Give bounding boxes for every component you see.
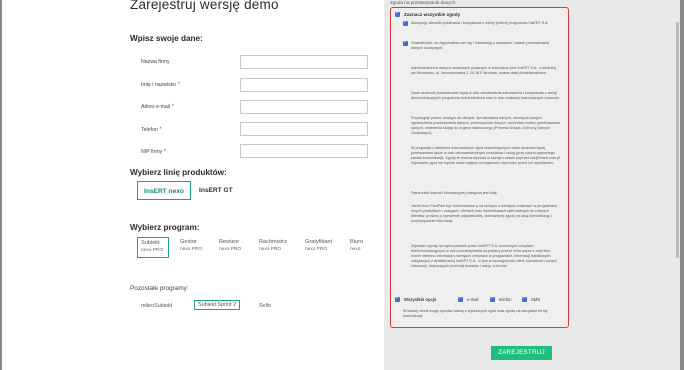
license-consent-text: Akceptuję Warunki pobierania i korzystan… <box>411 21 549 25</box>
company-name-input[interactable] <box>240 55 368 69</box>
section-heading-line: Wybierz linię produktów: <box>130 168 227 177</box>
other-program-sello[interactable]: Sello <box>259 303 271 309</box>
field-label-name: Imię i nazwisko * <box>141 82 180 88</box>
clause-link-paragraph[interactable]: Pełna treść klauzuli informacyjnej dostę… <box>411 191 561 196</box>
program-rachmistrz[interactable]: Rachmistrz nexo PRO <box>259 239 293 253</box>
field-label-nip: NIP firmy * <box>141 149 167 155</box>
sms-channel-label: SMS <box>531 297 541 302</box>
program-gestor[interactable]: Gestor nexo PRO <box>180 239 214 253</box>
nip-input[interactable] <box>240 144 368 158</box>
withdraw-note: W każdej chwili mogę wycofać każdą z wyr… <box>403 309 548 319</box>
phone-input[interactable] <box>240 122 368 136</box>
program-gratyfikant[interactable]: Gratyfikant nexo PRO <box>305 239 339 253</box>
section-heading-data: Wpisz swoje dane: <box>130 34 203 43</box>
marketing-paragraph: W przypadku udzielenia dobrowolnych zgód… <box>411 146 561 166</box>
phone-channel-checkbox[interactable] <box>490 295 495 302</box>
registration-form: Zarejestruj wersję demo Wpisz swoje dane… <box>2 0 384 370</box>
program-subiekt[interactable]: Subiekt nexo PRO <box>137 237 169 258</box>
other-program-subiekt-sprint[interactable]: Subiekt Sprint 2 <box>194 300 241 310</box>
register-button[interactable]: ZAREJESTRUJ <box>491 346 552 360</box>
scrollbar-thumb[interactable] <box>676 22 679 258</box>
page: Zarejestruj wersję demo Wpisz swoje dane… <box>2 0 680 370</box>
email-input[interactable] <box>240 100 368 114</box>
program-rewizor[interactable]: Rewizor nexo PRO <box>219 239 253 253</box>
section-heading-program: Wybierz program: <box>130 223 200 232</box>
purpose-paragraph: Dane osobowe przetwarzane będą w celu um… <box>411 91 561 101</box>
field-label-email: Adres e-mail * <box>141 104 174 110</box>
product-line-gt[interactable]: InsERT GT <box>199 181 233 200</box>
consent-panel: Zaznacz wszystkie zgody Akceptuję Warunk… <box>390 7 569 328</box>
sms-channel-checkbox[interactable] <box>522 295 527 302</box>
license-checkbox[interactable] <box>403 19 408 26</box>
all-channels-label: Wszystkie opcje <box>404 297 437 302</box>
field-label-phone: Telefon * <box>141 127 162 133</box>
full-name-input[interactable] <box>240 78 368 92</box>
rights-paragraph: Przysługuje prawo: dostępu do danych, sp… <box>411 116 560 136</box>
accept-all-label: Zaznacz wszystkie zgody <box>404 12 461 17</box>
field-label-company: Nazwa firmy <box>141 59 170 65</box>
email-channel-checkbox[interactable] <box>458 295 463 302</box>
statement-checkbox[interactable] <box>403 39 408 46</box>
all-channels-checkbox[interactable] <box>395 295 400 302</box>
program-biuro[interactable]: Biuro nexo <box>350 239 384 253</box>
email-channel-label: e-mail <box>467 297 479 302</box>
other-programs-label: Pozostałe programy: <box>130 285 189 292</box>
other-program-mikrosubiekt[interactable]: mikroSubiekt <box>141 303 172 309</box>
phone-channel-label: telefon <box>499 297 512 302</box>
statement-consent-text: Oświadczam, że zapoznałem/-am się i info… <box>411 41 550 51</box>
product-line-nexo[interactable]: InsERT nexo <box>137 181 191 200</box>
consent-column: Zgoda na przetwarzanie danych Zaznacz ws… <box>384 0 680 370</box>
telecom-consent-paragraph: Wyrażam zgodę na wykorzystanie przez Ins… <box>411 244 557 269</box>
page-title: Zarejestruj wersję demo <box>130 0 279 12</box>
admin-info-paragraph: Administratorem danych osobowych podanyc… <box>411 66 556 76</box>
communication-paragraph: Jeżeli chce Pan/Pani być informowana/-y … <box>411 204 558 224</box>
consent-header: Zgoda na przetwarzanie danych <box>390 0 456 5</box>
accept-all-checkbox[interactable] <box>395 10 400 17</box>
